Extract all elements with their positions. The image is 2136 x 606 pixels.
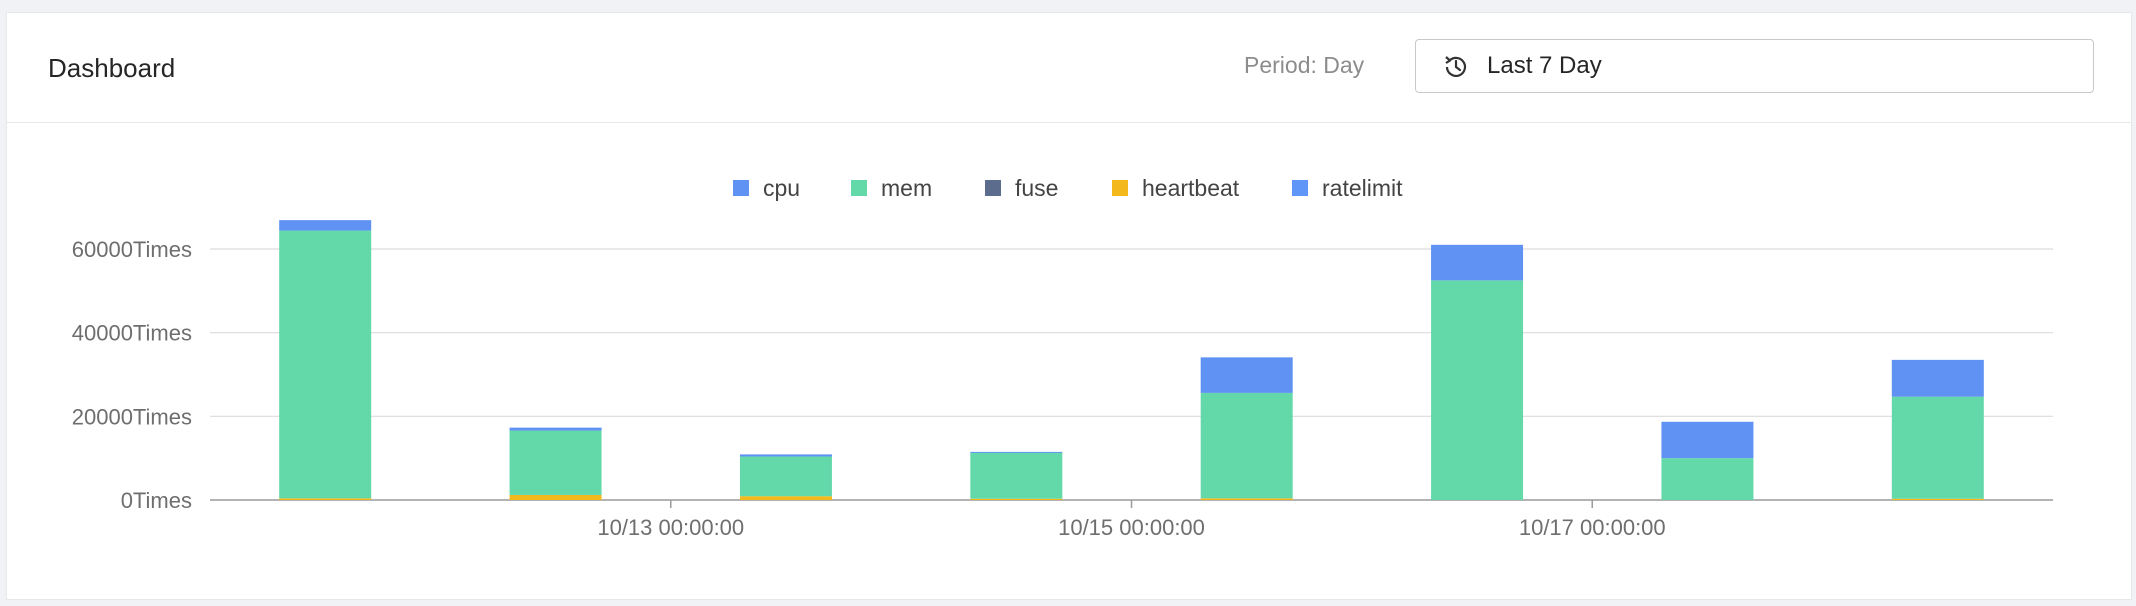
bar-cpu xyxy=(509,427,602,431)
legend-label-ratelimit: ratelimit xyxy=(1322,175,1403,201)
legend-swatch-cpu xyxy=(733,180,749,196)
legend-label-heartbeat: heartbeat xyxy=(1142,175,1240,201)
bar-heartbeat xyxy=(739,496,832,500)
bar-mem xyxy=(279,230,372,499)
x-tick-label: 10/15 00:00:00 xyxy=(1058,515,1205,540)
legend-swatch-mem xyxy=(851,180,867,196)
bar-mem xyxy=(970,452,1063,499)
bar-heartbeat xyxy=(970,498,1063,500)
bar-heartbeat xyxy=(1200,498,1293,500)
bar-heartbeat xyxy=(509,494,602,500)
bar-cpu xyxy=(1431,244,1524,281)
bar-cpu xyxy=(1891,359,1984,397)
legend-label-cpu: cpu xyxy=(763,175,800,201)
x-tick-label: 10/17 00:00:00 xyxy=(1519,515,1666,540)
bar-cpu xyxy=(1661,421,1754,459)
bar-cpu xyxy=(739,454,832,457)
bar-heartbeat xyxy=(1891,498,1984,500)
legend-label-mem: mem xyxy=(881,175,932,201)
bar-cpu xyxy=(279,220,372,231)
legend-label-fuse: fuse xyxy=(1015,175,1058,201)
legend-swatch-fuse xyxy=(985,180,1001,196)
y-tick-label: 40000Times xyxy=(72,321,192,346)
y-tick-label: 20000Times xyxy=(72,404,192,429)
x-tick-label: 10/13 00:00:00 xyxy=(597,515,744,540)
y-tick-label: 0Times xyxy=(121,488,192,513)
stacked-bar-chart: 0Times 20000Times 40000Times 60000Times 10/1… xyxy=(72,175,2053,540)
legend-swatch-heartbeat xyxy=(1112,180,1128,196)
bar-heartbeat xyxy=(279,498,372,500)
bar-mem xyxy=(1661,458,1754,500)
legend-swatch-ratelimit xyxy=(1292,180,1308,196)
y-tick-label: 60000Times xyxy=(72,237,192,262)
bar-cpu xyxy=(1200,357,1293,393)
bar-mem xyxy=(1891,396,1984,499)
bar-cpu xyxy=(970,451,1063,453)
bar-mem xyxy=(509,430,602,495)
bar-mem xyxy=(739,456,832,497)
bar-mem xyxy=(1200,392,1293,499)
bar-mem xyxy=(1431,280,1524,500)
